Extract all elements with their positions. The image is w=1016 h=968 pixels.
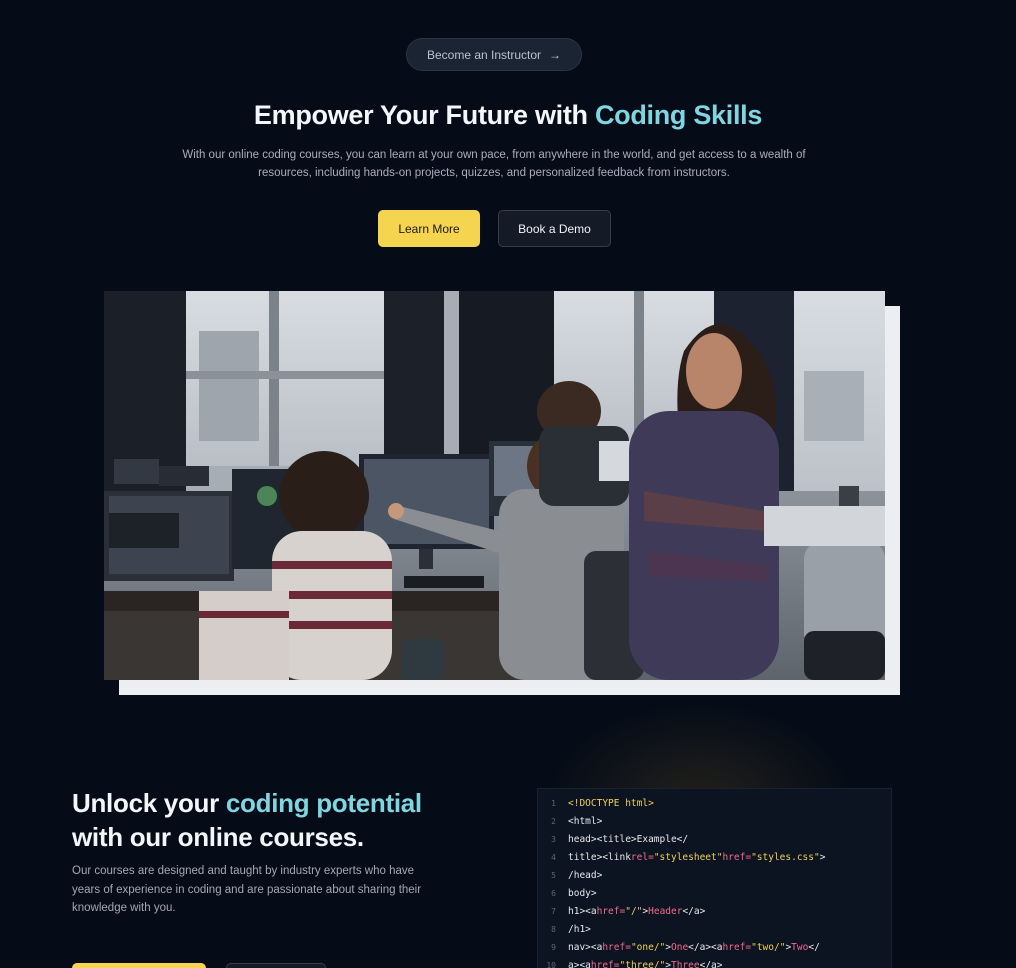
code-line: 2 <html> — [538, 813, 891, 831]
code-token: head><title>Example</ — [568, 834, 689, 845]
code-token: href= — [722, 942, 752, 953]
hero-title-main: Empower Your Future with — [253, 100, 595, 130]
line-number: 4 — [551, 853, 556, 862]
team-coding-illustration — [104, 291, 885, 680]
become-instructor-label: Become an Instructor — [426, 47, 542, 62]
code-text: a><ahref="three/">Three</a> — [568, 957, 723, 968]
code-text: /h1> — [568, 921, 591, 939]
book-demo-button[interactable]: Book a Demo — [498, 210, 611, 247]
section-primary-button[interactable] — [72, 963, 206, 968]
code-token: "one/" — [630, 942, 666, 953]
code-token: Two — [791, 942, 809, 953]
code-token: "stylesheet" — [653, 852, 723, 863]
code-token: > — [819, 852, 826, 863]
hero-description: With our online coding courses, you can … — [182, 149, 806, 179]
code-token: body> — [568, 888, 597, 899]
code-text: nav><ahref="one/">One</a><ahref="two/">T… — [568, 939, 820, 957]
section-title: Unlock your coding potential with our onl… — [72, 786, 492, 854]
code-token: <html> — [568, 816, 603, 827]
code-token: </a> — [682, 906, 706, 917]
line-number: 3 — [551, 835, 556, 844]
code-token: <!DOCTYPE html> — [568, 798, 654, 809]
code-token: One — [671, 942, 689, 953]
code-line: 7 h1><ahref="/">Header</a> — [538, 903, 891, 921]
code-token: Three — [671, 960, 700, 968]
code-token: "three/" — [619, 960, 666, 968]
code-line: 8/h1> — [538, 921, 891, 939]
code-token: href= — [722, 852, 752, 863]
code-token: h1><a — [568, 906, 597, 917]
code-token: </a><a — [688, 942, 723, 953]
code-line: 3 head><title>Example</ — [538, 831, 891, 849]
code-token: </a> — [699, 960, 723, 968]
line-number: 6 — [551, 889, 556, 898]
line-number: 1 — [551, 799, 556, 808]
code-token: href= — [590, 960, 620, 968]
code-token: href= — [596, 906, 626, 917]
code-line: 4 title><linkrel="stylesheet"href="styles… — [538, 849, 891, 867]
line-number: 10 — [546, 961, 556, 968]
code-token: href= — [602, 942, 631, 953]
code-token: "styles.css" — [751, 852, 820, 863]
code-text: <html> — [568, 813, 602, 831]
line-number: 7 — [551, 907, 556, 916]
line-number: 2 — [551, 817, 556, 826]
code-token: a><a — [568, 960, 591, 968]
code-token: </ — [808, 942, 820, 953]
hero-title: Empower Your Future with Coding Skills — [0, 100, 1016, 131]
code-line: 1 <!DOCTYPE html> — [538, 795, 891, 813]
section-title-pre: Unlock your — [72, 788, 226, 818]
code-text: head><title>Example</ — [568, 831, 688, 849]
hero-photo — [104, 291, 885, 680]
landing-page: Become an Instructor → Empower Your Futu… — [0, 0, 1016, 968]
section-secondary-button[interactable] — [226, 963, 326, 968]
line-number: 8 — [551, 925, 556, 934]
code-text: /head> — [568, 867, 602, 885]
code-token: "/" — [625, 906, 643, 917]
code-text: title><linkrel="stylesheet"href="styles.… — [568, 849, 825, 867]
line-number: 9 — [551, 943, 556, 952]
code-line: 10 a><ahref="three/">Three</a> — [538, 957, 891, 968]
hero-title-accent: Coding Skills — [594, 100, 763, 130]
become-instructor-button[interactable]: Become an Instructor → — [406, 38, 582, 71]
section-description: Our courses are designed and taught by i… — [72, 865, 422, 914]
code-token: /head> — [568, 870, 603, 881]
section-title-accent: coding potential — [225, 788, 422, 818]
code-token: nav><a — [568, 942, 603, 953]
code-text: h1><ahref="/">Header</a> — [568, 903, 705, 921]
section-title-post: with our online courses. — [72, 822, 364, 852]
code-line: 5/head> — [538, 867, 891, 885]
code-line: 9 nav><ahref="one/">One</a><ahref="two/">… — [538, 939, 891, 957]
code-line: 6 body> — [538, 885, 891, 903]
line-number: 5 — [551, 871, 556, 880]
code-token: /h1> — [568, 924, 591, 935]
code-text: body> — [568, 885, 597, 903]
code-token: Header — [648, 906, 683, 917]
code-token: "two/" — [751, 942, 786, 953]
code-token: rel= — [630, 852, 654, 863]
code-snippet: 1 <!DOCTYPE html> 2 <html> 3 head><title>Exam… — [537, 788, 892, 968]
code-text: <!DOCTYPE html> — [568, 795, 654, 813]
learn-more-button[interactable]: Learn More — [378, 210, 480, 247]
arrow-right-icon: → — [549, 47, 562, 62]
code-token: title><link — [568, 852, 631, 863]
